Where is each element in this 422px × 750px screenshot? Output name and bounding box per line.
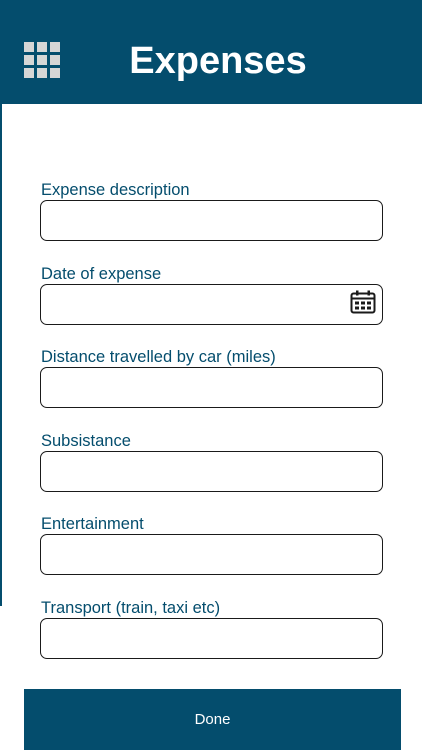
done-button[interactable]: Done <box>24 689 401 750</box>
distance-travelled-field[interactable] <box>40 367 383 408</box>
transport-field[interactable] <box>40 618 383 659</box>
date-of-expense-label: Date of expense <box>41 265 162 283</box>
expenses-screen: Expenses Expense description Date of exp… <box>0 0 422 750</box>
subsistance-field[interactable] <box>40 451 383 492</box>
calendar-icon[interactable] <box>350 290 376 314</box>
page-title: Expenses <box>129 40 307 82</box>
entertainment-label: Entertainment <box>41 515 144 533</box>
transport-label: Transport (train, taxi etc) <box>41 599 221 617</box>
subsistance-label: Subsistance <box>41 432 131 450</box>
header-bar: Expenses <box>0 0 422 104</box>
expense-description-field[interactable] <box>40 200 383 241</box>
date-of-expense-field[interactable] <box>40 284 383 325</box>
distance-travelled-label: Distance travelled by car (miles) <box>41 348 276 366</box>
entertainment-field[interactable] <box>40 534 383 575</box>
expense-description-label: Expense description <box>41 181 190 199</box>
left-edge-divider <box>0 104 2 606</box>
